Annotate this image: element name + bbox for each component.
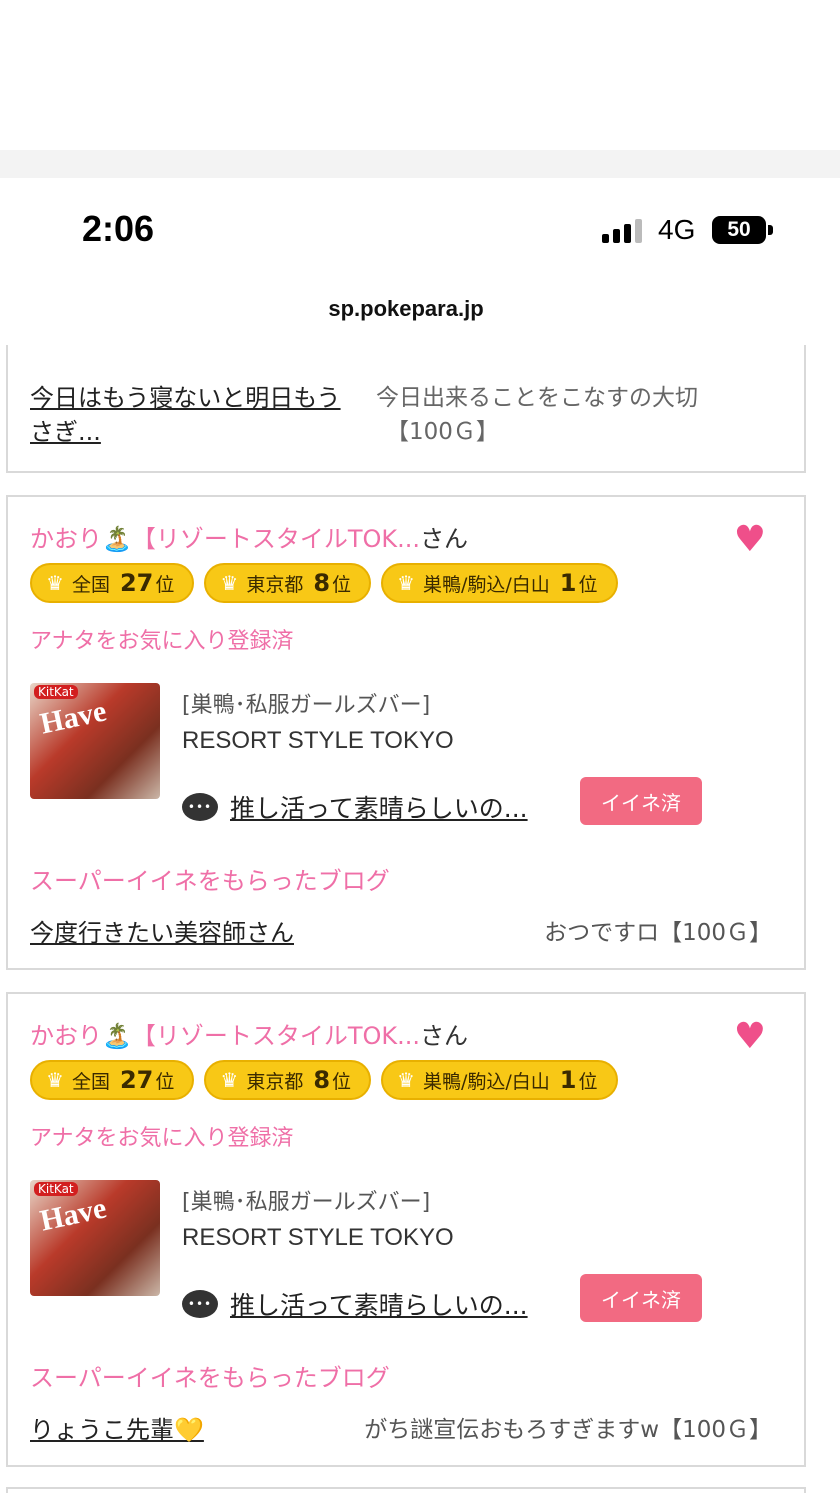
comment-link[interactable]: 推し活って素晴らしいの... <box>230 789 528 825</box>
rank-area: 巣鴨/駒込/白山 <box>422 573 550 596</box>
rank-number: 1 <box>559 569 577 597</box>
crown-icon: ♛ <box>46 571 64 595</box>
comment-row[interactable]: ••• 推し活って素晴らしいの... <box>182 1286 528 1322</box>
thumbnail-text: Have <box>37 694 110 741</box>
top-fade <box>0 150 840 178</box>
crown-icon: ♛ <box>220 571 239 595</box>
partial-card: 今日はもう寝ないと明日もう さぎ... 今日出来ることをこなすの大切 【100Ｇ… <box>6 345 806 473</box>
crown-icon: ♛ <box>397 1068 415 1092</box>
rank-area: 全国 <box>71 573 110 596</box>
partial-blog-title-line1[interactable]: 今日はもう寝ないと明日もう <box>30 384 341 412</box>
rank-suffix: 位 <box>578 573 598 596</box>
cast-honorific: さん <box>420 1022 469 1050</box>
network-type: 4G <box>658 214 696 245</box>
signal-icon <box>602 217 646 243</box>
blog-heading: スーパーイイネをもらったブログ <box>30 1364 390 1392</box>
address-bar[interactable]: sp.pokepara.jp <box>0 296 812 322</box>
battery-icon: 50 <box>712 216 766 244</box>
iine-button[interactable]: イイネ済 <box>580 777 702 825</box>
rank-suffix: 位 <box>332 1070 352 1093</box>
comment-link[interactable]: 推し活って素晴らしいの... <box>230 1286 528 1322</box>
rank-number: 8 <box>313 569 331 597</box>
rank-area: 全国 <box>71 1070 110 1093</box>
blog-title-link[interactable]: 今度行きたい美容師さん <box>30 913 294 948</box>
rank-number: 27 <box>119 569 154 597</box>
rank-badge-prefecture: ♛ 東京都 8 位 <box>204 563 372 603</box>
cast-name[interactable]: かおり🏝️【リゾートスタイルTOK...さん <box>30 519 468 554</box>
rank-badge-area: ♛ 巣鴨/駒込/白山 1 位 <box>381 1060 618 1100</box>
kitkat-logo: KitKat <box>34 1182 78 1196</box>
rank-suffix: 位 <box>332 573 352 596</box>
ranking-badges: ♛ 全国 27 位 ♛ 東京都 8 位 ♛ 巣鴨/駒込/白山 1 位 <box>30 563 618 603</box>
shop-category: [巣鴨･私服ガールズバー] <box>182 693 431 718</box>
heart-icon[interactable]: ♥ <box>734 519 766 560</box>
blog-feed[interactable]: 今日はもう寝ないと明日もう さぎ... 今日出来ることをこなすの大切 【100Ｇ… <box>0 345 840 1493</box>
rank-badge-prefecture: ♛ 東京都 8 位 <box>204 1060 372 1100</box>
cast-name-text[interactable]: かおり🏝️【リゾートスタイルTOK... <box>30 525 420 553</box>
blog-title-link[interactable]: りょうこ先輩💛 <box>30 1410 204 1445</box>
thumbnail-text: Have <box>37 1191 110 1238</box>
cast-name-text[interactable]: かおり🏝️【リゾートスタイルTOK... <box>30 1022 420 1050</box>
comment-bubble-icon: ••• <box>182 1290 218 1318</box>
shop-category: [巣鴨･私服ガールズバー] <box>182 1190 431 1215</box>
rank-number: 1 <box>559 1066 577 1094</box>
iine-button[interactable]: イイネ済 <box>580 1274 702 1322</box>
comment-row[interactable]: ••• 推し活って素晴らしいの... <box>182 789 528 825</box>
status-time: 2:06 <box>82 208 155 249</box>
rank-area: 東京都 <box>246 573 304 596</box>
partial-blog-sub: 今日出来ることをこなすの大切 【100Ｇ】 <box>376 381 698 449</box>
blog-card: かおり🏝️【リゾートスタイルTOK...さん ♥ ♛ 全国 27 位 ♛ 東京都 8 位 ♛… <box>6 992 806 1467</box>
cast-honorific: さん <box>420 525 469 553</box>
rank-suffix: 位 <box>155 1070 175 1093</box>
ranking-badges: ♛ 全国 27 位 ♛ 東京都 8 位 ♛ 巣鴨/駒込/白山 1 位 <box>30 1060 618 1100</box>
rank-area: 巣鴨/駒込/白山 <box>422 1070 550 1093</box>
heart-icon[interactable]: ♥ <box>734 1016 766 1057</box>
blog-subtitle: がち謎宣伝おもろすぎますw【100Ｇ】 <box>364 1417 772 1443</box>
comment-bubble-icon: ••• <box>182 793 218 821</box>
blog-subtitle: おつですロ【100Ｇ】 <box>544 920 772 946</box>
crown-icon: ♛ <box>46 1068 64 1092</box>
rank-badge-national: ♛ 全国 27 位 <box>30 1060 195 1100</box>
rank-suffix: 位 <box>155 573 175 596</box>
rank-area: 東京都 <box>246 1070 304 1093</box>
crown-icon: ♛ <box>220 1068 239 1092</box>
next-card-edge <box>6 1487 806 1493</box>
rank-suffix: 位 <box>578 1070 598 1093</box>
battery-tip <box>768 225 773 235</box>
favorite-status: アナタをお気に入り登録済 <box>30 1126 294 1151</box>
partial-blog-sub-line2: 【100Ｇ】 <box>386 419 499 445</box>
cast-thumbnail[interactable]: KitKat Have <box>30 683 160 799</box>
top-blank <box>0 0 840 150</box>
partial-blog-title-line2[interactable]: さぎ... <box>30 418 101 446</box>
favorite-status: アナタをお気に入り登録済 <box>30 629 294 654</box>
rank-number: 27 <box>119 1066 154 1094</box>
kitkat-logo: KitKat <box>34 685 78 699</box>
cast-name[interactable]: かおり🏝️【リゾートスタイルTOK...さん <box>30 1016 468 1051</box>
rank-number: 8 <box>313 1066 331 1094</box>
crown-icon: ♛ <box>397 571 415 595</box>
blog-heading: スーパーイイネをもらったブログ <box>30 867 390 895</box>
partial-blog-title[interactable]: 今日はもう寝ないと明日もう さぎ... <box>30 381 380 449</box>
shop-name[interactable]: RESORT STYLE TOKYO <box>182 727 454 755</box>
rank-badge-area: ♛ 巣鴨/駒込/白山 1 位 <box>381 563 618 603</box>
partial-blog-sub-line1: 今日出来ることをこなすの大切 <box>376 385 698 411</box>
blog-card: かおり🏝️【リゾートスタイルTOK...さん ♥ ♛ 全国 27 位 ♛ 東京都 8 位 ♛… <box>6 495 806 970</box>
shop-name[interactable]: RESORT STYLE TOKYO <box>182 1224 454 1252</box>
cast-thumbnail[interactable]: KitKat Have <box>30 1180 160 1296</box>
rank-badge-national: ♛ 全国 27 位 <box>30 563 195 603</box>
